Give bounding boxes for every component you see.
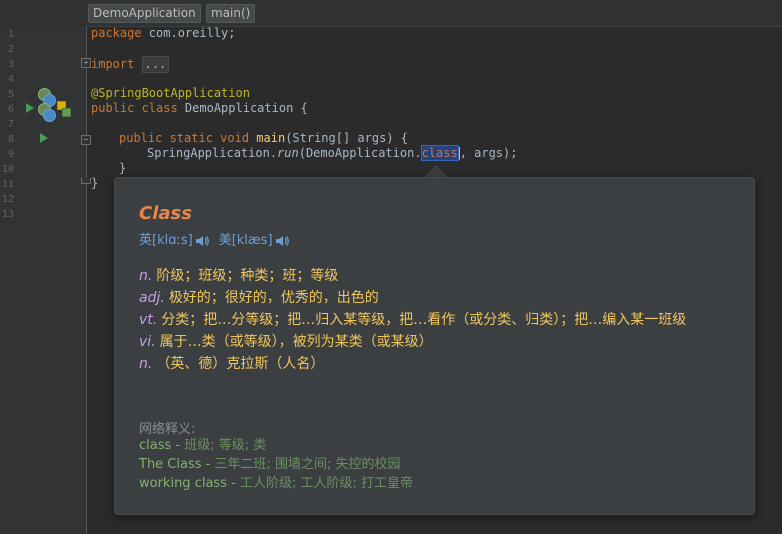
separator: - [201, 457, 215, 472]
definition-text: （英、德）克拉斯（人名） [156, 356, 325, 372]
web-term: The Class [139, 457, 202, 472]
code-text: , args); [459, 146, 518, 160]
web-definition: working class - 工人阶级; 工人阶级; 打工皇帝 [139, 474, 413, 493]
code-text: DemoApplication { [177, 101, 308, 115]
phonetic-row: 英[klɑːs] 美[klæs] [139, 229, 299, 248]
definition-text: 阶级；班级；种类；班；等级 [156, 268, 339, 284]
code-line[interactable]: SpringApplication.run(DemoApplication.cl… [147, 145, 518, 161]
popup-pointer [424, 165, 448, 177]
fold-icon[interactable]: − [81, 135, 91, 145]
web-definitions-title: 网络释义: [139, 422, 196, 437]
line-number: 5 [7, 89, 14, 100]
line-number: 11 [1, 179, 14, 190]
code-text: com.oreilly; [141, 26, 236, 40]
web-definitions-list: class - 班级; 等级; 类 The Class - 三年二班; 围墙之间… [139, 436, 413, 493]
line-number: 3 [7, 59, 14, 70]
definition-list: n. 阶级；班级；种类；班；等级 adj. 极好的；很好的，优秀的，出色的 vt. 分… [139, 265, 739, 375]
keyword: package [91, 26, 142, 40]
code-line[interactable]: @SpringBootApplication [91, 86, 250, 101]
web-term: class [139, 438, 172, 453]
method-name: main [256, 131, 286, 145]
web-definition: The Class - 三年二班; 围墙之间; 失控的校园 [139, 455, 413, 474]
definition: vi. 属于…类（或等级），被列为某类（或某级） [139, 331, 739, 353]
line-number: 2 [7, 44, 14, 55]
code-line[interactable]: } [91, 176, 98, 191]
definition-text: 分类；把…分等级；把…归入某等级，把…看作（或分类、归类）；把…编入某一班级 [161, 312, 687, 328]
code-line[interactable]: } [119, 161, 126, 176]
definition: n. （英、德）克拉斯（人名） [139, 353, 739, 375]
code-text: (DemoApplication. [298, 146, 422, 160]
line-number: 4 [7, 74, 14, 85]
fold-end-icon[interactable] [81, 178, 91, 184]
code-text: SpringApplication. [147, 146, 278, 160]
run-icon[interactable] [26, 103, 34, 113]
speaker-icon[interactable] [195, 235, 209, 247]
definition: adj. 极好的；很好的，优秀的，出色的 [139, 287, 739, 309]
web-definition-text: 工人阶级; 工人阶级; 打工皇帝 [239, 476, 413, 491]
part-of-speech: adj. [139, 290, 165, 306]
line-number: 9 [7, 149, 14, 160]
run-icon[interactable] [40, 133, 48, 143]
code-line[interactable]: import ... [91, 56, 170, 73]
part-of-speech: vi. [139, 334, 156, 350]
code-text: (String[] args) { [285, 131, 409, 145]
part-of-speech: vt. [139, 312, 158, 328]
phonetic-us: 美[klæs] [218, 233, 273, 248]
spring-bean-icon[interactable] [43, 109, 56, 122]
line-number: 12 [1, 194, 14, 205]
code-line[interactable]: public static void main(String[] args) { [119, 131, 408, 146]
implemented-marker-icon[interactable] [62, 108, 71, 117]
code-line[interactable]: public class DemoApplication { [91, 101, 308, 116]
web-definition-text: 班级; 等级; 类 [184, 438, 267, 453]
separator: - [226, 476, 240, 491]
line-number: 10 [1, 164, 14, 175]
line-number: 13 [1, 209, 14, 220]
phonetic-uk: 英[klɑːs] [139, 233, 193, 248]
definition: n. 阶级；班级；种类；班；等级 [139, 265, 739, 287]
line-number: 8 [7, 134, 14, 145]
part-of-speech: n. [139, 268, 153, 284]
definition-text: 属于…类（或等级），被列为某类（或某级） [159, 334, 433, 350]
speaker-icon[interactable] [275, 235, 289, 247]
web-definition: class - 班级; 等级; 类 [139, 436, 413, 455]
fold-icon[interactable]: + [81, 58, 91, 68]
web-term: working class [139, 476, 227, 491]
folded-imports[interactable]: ... [141, 56, 170, 73]
breadcrumb: DemoApplication main() [0, 0, 782, 27]
keyword: import [91, 57, 135, 71]
breadcrumb-item-method[interactable]: main() [206, 4, 256, 23]
editor-gutter[interactable]: 1 2 3 4 5 6 7 8 9 10 11 12 13 + − [0, 26, 91, 534]
part-of-speech: n. [139, 356, 153, 372]
separator: - [171, 438, 185, 453]
translation-popup[interactable]: Class 英[klɑːs] 美[klæs] n. 阶级；班级；种类；班；等级 ad… [114, 177, 755, 515]
popup-word: Class [139, 203, 192, 224]
line-number: 1 [7, 29, 14, 40]
web-definition-text: 三年二班; 围墙之间; 失控的校园 [214, 457, 401, 472]
line-number: 6 [7, 104, 14, 115]
line-number: 7 [7, 119, 14, 130]
definition: vt. 分类；把…分等级；把…归入某等级，把…看作（或分类、归类）；把…编入某一班… [139, 309, 739, 331]
selected-word[interactable]: class [420, 145, 459, 161]
method-call: run [277, 146, 299, 160]
keyword: public static void [119, 131, 250, 145]
breadcrumb-item-class[interactable]: DemoApplication [88, 4, 201, 23]
definition-text: 极好的；很好的，优秀的，出色的 [168, 290, 379, 306]
code-line[interactable]: package com.oreilly; [91, 26, 236, 41]
keyword: public class [91, 101, 178, 115]
